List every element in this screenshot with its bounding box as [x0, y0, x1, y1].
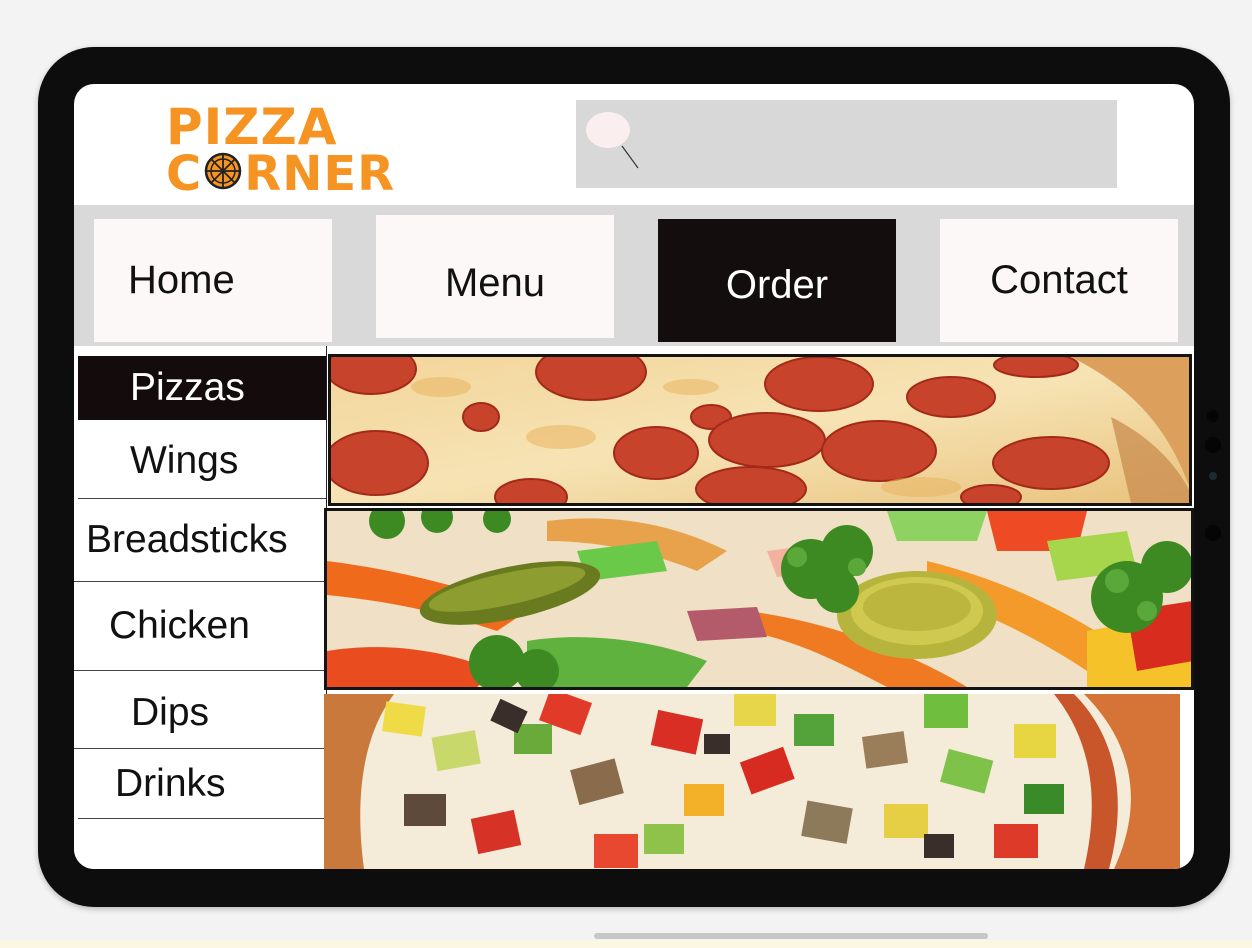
logo[interactable]: PIZZA C RNER — [166, 98, 396, 202]
main-nav: Home Menu Order Contact — [74, 205, 1194, 346]
sidebar-item-chicken[interactable]: Chicken — [74, 582, 326, 671]
sidebar-item-label: Dips — [131, 690, 210, 734]
sidebar-item-label: Drinks — [115, 761, 226, 805]
sidebar-item-wings[interactable]: Wings — [78, 420, 326, 499]
logo-letter-c: C — [166, 146, 203, 202]
nav-home-label: Home — [128, 258, 235, 302]
sidebar-item-label: Wings — [130, 439, 239, 482]
category-sidebar: Pizzas Wings Breadsticks Chicken Dips Dr… — [74, 346, 327, 869]
logo-letters-rner: RNER — [244, 146, 396, 202]
sidebar-item-label: Breadsticks — [86, 518, 288, 561]
nav-home-button[interactable]: Home — [94, 219, 332, 342]
nav-contact-button[interactable]: Contact — [940, 219, 1178, 342]
nav-order-label: Order — [725, 263, 829, 307]
side-button — [1205, 525, 1221, 541]
pepperoni-pizza-image[interactable] — [328, 354, 1192, 506]
bottom-strip — [0, 940, 1252, 948]
veggie-pizza-image[interactable] — [324, 694, 1180, 869]
nav-menu-label: Menu — [444, 261, 546, 305]
vegetable-toppings-image[interactable] — [324, 508, 1194, 690]
sidebar-item-pizzas[interactable]: Pizzas — [78, 356, 326, 420]
sidebar-item-dips[interactable]: Dips — [74, 671, 326, 749]
home-indicator[interactable] — [594, 933, 988, 939]
sidebar-item-breadsticks[interactable]: Breadsticks — [74, 499, 326, 582]
side-button — [1207, 410, 1219, 422]
nav-contact-label: Contact — [990, 258, 1128, 302]
search-input[interactable] — [576, 100, 1117, 188]
side-button — [1205, 437, 1221, 453]
sidebar-item-label: Chicken — [109, 604, 250, 647]
sidebar-item-label: Pizzas — [130, 366, 245, 409]
logo-text-bottom: C RNER — [166, 146, 395, 202]
pizza-logo-icon — [204, 146, 242, 202]
nav-menu-button[interactable]: Menu — [376, 215, 614, 338]
nav-order-button[interactable]: Order — [658, 219, 896, 342]
camera-dot — [1209, 472, 1217, 480]
sidebar-item-drinks[interactable]: Drinks — [78, 749, 326, 819]
app-screen: PIZZA C RNER Home Menu Order Contact Piz… — [74, 84, 1194, 869]
search-icon[interactable] — [586, 112, 646, 172]
